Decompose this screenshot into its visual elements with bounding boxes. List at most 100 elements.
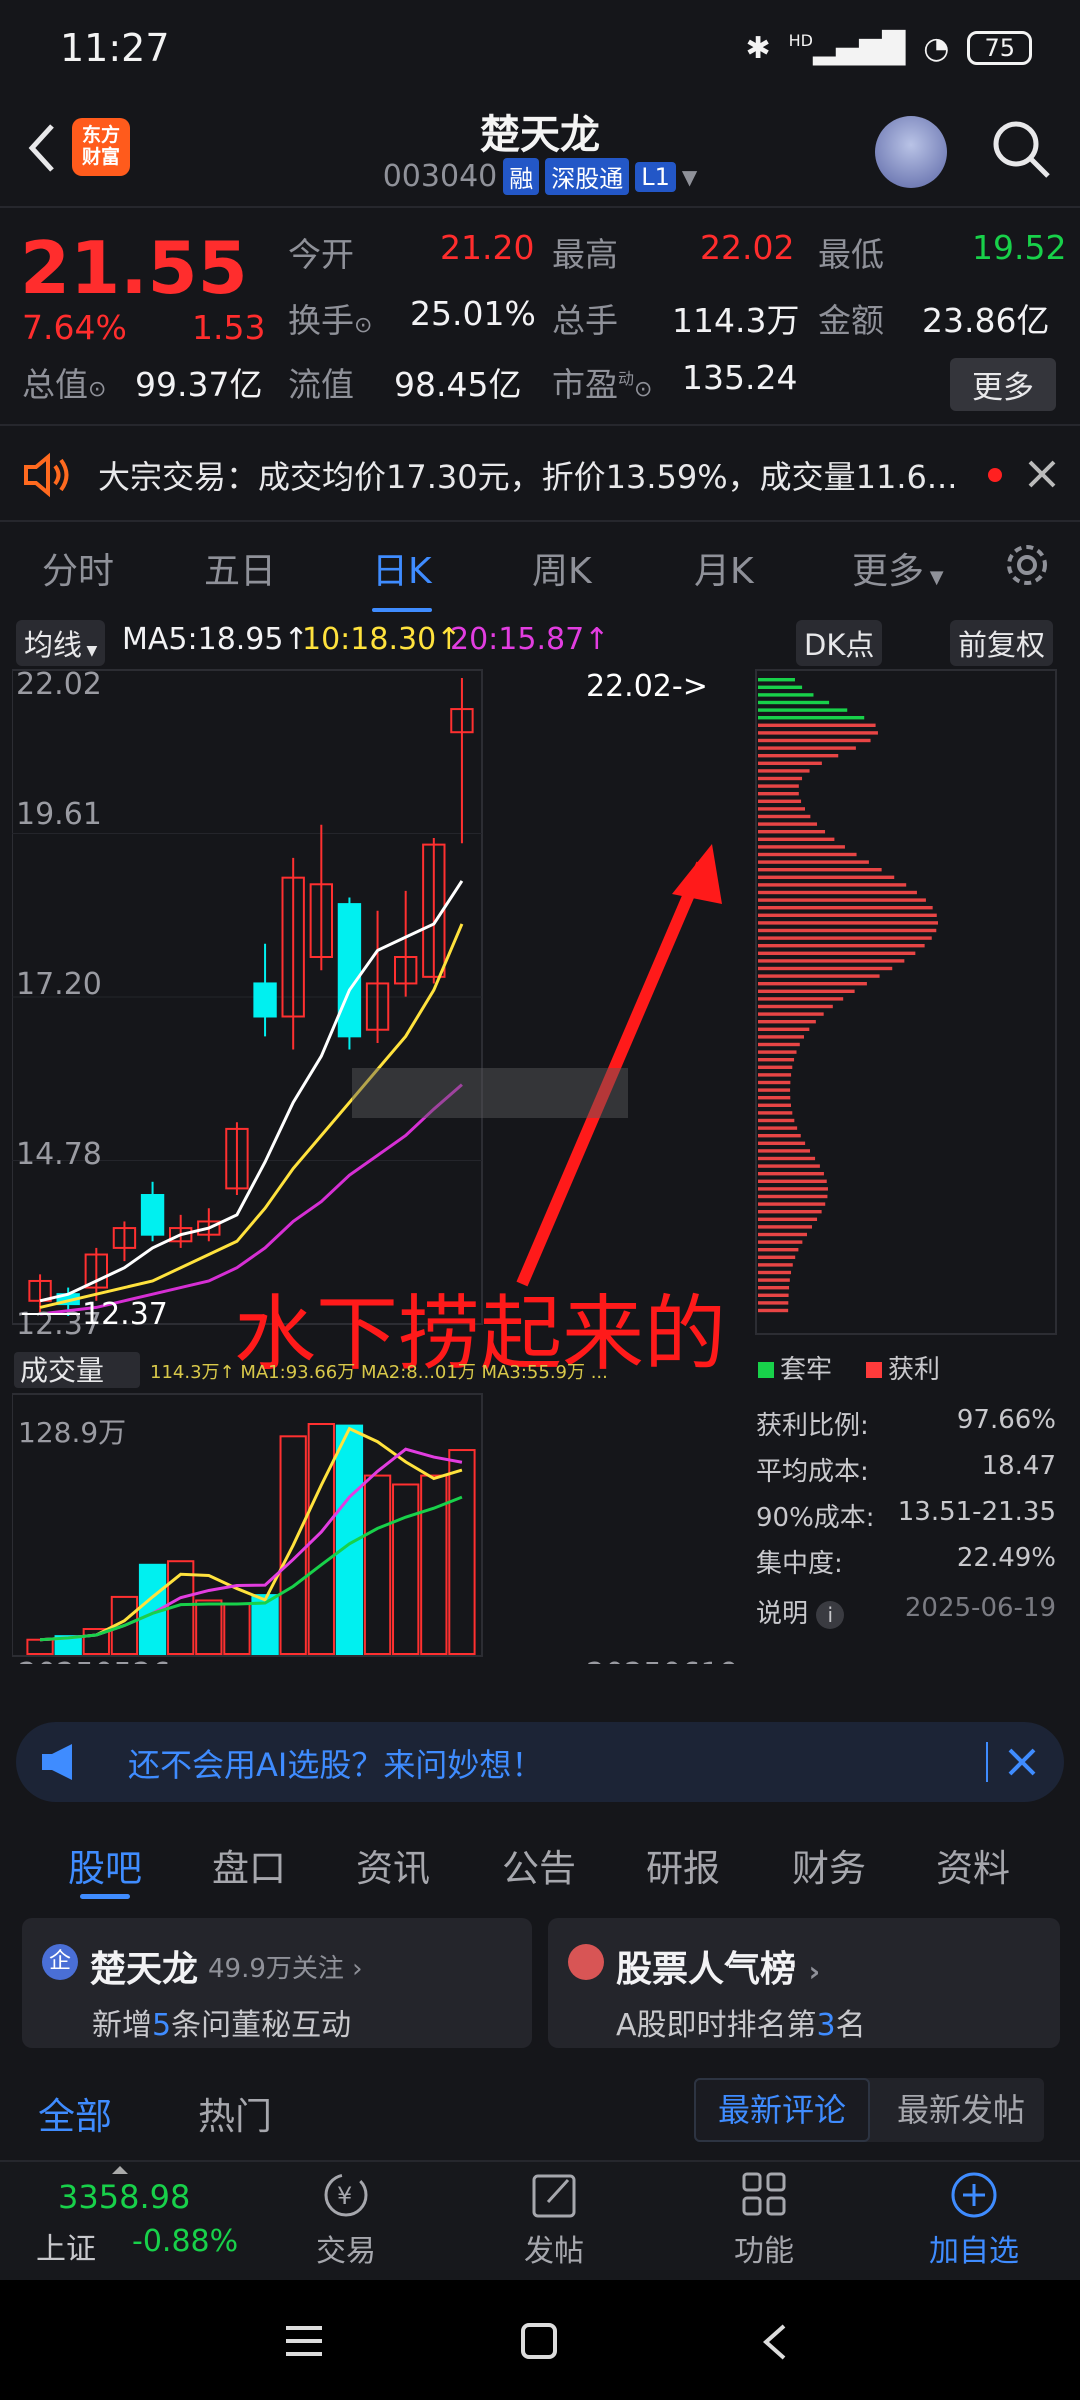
expand-indicator-icon[interactable] — [112, 2166, 128, 2174]
tab-weekly-k[interactable]: 周K — [532, 542, 592, 594]
profit-ratio-value: 97.66% — [956, 1405, 1056, 1435]
change-pct: 7.64% — [22, 308, 127, 347]
tag-margin: 融 — [503, 158, 540, 195]
chip-bar — [758, 989, 855, 993]
chip-bar — [758, 1179, 827, 1183]
chip-bar — [758, 1308, 789, 1313]
dk-point-button[interactable]: DK点 — [796, 620, 883, 666]
nav-functions[interactable]: 功能 — [704, 2170, 824, 2270]
volume-selector[interactable]: 成交量 — [20, 1354, 104, 1387]
open-value: 21.20 — [440, 228, 535, 267]
amount-label: 金额 — [818, 301, 884, 340]
chip-bar — [758, 1278, 790, 1282]
sort-latest-comment[interactable]: 最新评论 — [694, 2078, 870, 2142]
popularity-card[interactable]: 股票人气榜 › A股即时排名第3名 — [548, 1918, 1060, 2048]
ma20-value: 20:15.87↑ — [450, 622, 610, 657]
index-name[interactable]: 上证 — [36, 2224, 96, 2268]
bluetooth-icon: ✱ — [745, 30, 771, 66]
chip-bar — [758, 1202, 826, 1206]
chip-bar — [758, 936, 932, 940]
nav-add-watchlist[interactable]: 加自选 — [914, 2170, 1034, 2270]
y-tick-label: 22.02 — [16, 667, 102, 702]
volume-bar — [195, 1599, 223, 1656]
bottom-nav: 3358.98 上证 -0.88% ¥ 交易 发帖 功能 加自选 — [0, 2160, 1080, 2280]
chip-bar — [758, 1164, 820, 1168]
chip-bar — [758, 1149, 810, 1153]
chip-bar — [758, 708, 848, 712]
chip-bar — [758, 814, 811, 819]
volume-legend: 114.3万↑ MA1:93.66万 MA2:8...01万 MA3:55.9万… — [150, 1362, 608, 1383]
menu-icon[interactable] — [284, 2324, 324, 2358]
stock-code: 003040 — [382, 159, 498, 194]
volume-max-label: 128.9万 — [18, 1416, 126, 1449]
chip-bar — [758, 1263, 793, 1267]
tab-orderbook[interactable]: 盘口 — [212, 1838, 286, 1892]
tab-hot[interactable]: 热门 — [198, 2086, 272, 2140]
ma-selector[interactable]: 均线 ▼ — [16, 620, 106, 666]
y-tick-label: 19.61 — [16, 797, 102, 832]
search-icon[interactable] — [990, 118, 1052, 180]
sort-latest-post[interactable]: 最新发帖 — [878, 2078, 1044, 2142]
nav-post[interactable]: 发帖 — [494, 2170, 614, 2270]
mcap-label: 总值⊙ — [22, 365, 107, 404]
tab-daily-k[interactable]: 日K — [372, 542, 432, 612]
profit-ratio-label: 获利比例: — [756, 1411, 869, 1441]
back-nav-icon[interactable] — [760, 2322, 790, 2362]
chip-legend-trapped-swatch — [758, 1362, 774, 1378]
chip-bar — [758, 1012, 824, 1016]
megaphone-icon — [42, 1744, 72, 1780]
chip-bar — [758, 1058, 795, 1062]
chip-bar — [758, 845, 845, 849]
tab-all[interactable]: 全部 — [38, 2086, 112, 2140]
more-button[interactable]: 更多 — [950, 358, 1056, 411]
tab-research[interactable]: 研报 — [646, 1838, 720, 1892]
forum-card-line: 新增5条问董秘互动 — [92, 2008, 352, 2043]
mcap-value: 99.37亿 — [135, 365, 263, 404]
chip-bar — [758, 898, 926, 902]
svg-text:¥: ¥ — [337, 2182, 352, 2210]
system-nav-bar — [0, 2280, 1080, 2400]
block-trade-notice[interactable]: 大宗交易：成交均价17.30元，折价13.59%，成交量11.6... — [0, 428, 1080, 520]
gear-icon[interactable] — [1002, 540, 1052, 590]
note-label[interactable]: 说明 i — [756, 1593, 845, 1630]
close-icon[interactable] — [1006, 1746, 1038, 1778]
tab-monthly-k[interactable]: 月K — [694, 542, 754, 594]
low-value: 19.52 — [972, 228, 1067, 267]
index-value[interactable]: 3358.98 — [58, 2178, 190, 2216]
turnover-value: 25.01% — [410, 294, 536, 333]
popularity-card-line: A股即时排名第3名 — [616, 2008, 866, 2043]
index-pct[interactable]: -0.88% — [132, 2224, 238, 2259]
chip-bar — [758, 1301, 789, 1305]
chip-bar — [758, 944, 925, 948]
tab-financials[interactable]: 财务 — [792, 1838, 866, 1892]
chip-legend-profit: 获利 — [888, 1355, 940, 1385]
robot-assistant-icon[interactable] — [875, 116, 947, 188]
tab-profile[interactable]: 资料 — [936, 1838, 1010, 1892]
chip-bar — [758, 1270, 792, 1275]
cost90-value: 13.51-21.35 — [897, 1497, 1056, 1527]
open-label: 今开 — [288, 235, 354, 274]
tab-forum[interactable]: 股吧 — [68, 1838, 142, 1892]
float-value: 98.45亿 — [394, 365, 522, 404]
tab-announcements[interactable]: 公告 — [502, 1838, 576, 1892]
chip-bar — [758, 1187, 828, 1191]
tab-intraday[interactable]: 分时 — [42, 542, 114, 594]
chip-bar — [758, 1172, 824, 1176]
chip-bar — [758, 974, 880, 978]
chip-bar — [758, 678, 795, 682]
forum-card[interactable]: 企 楚天龙 49.9万关注 › 新增5条问董秘互动 — [22, 1918, 532, 2048]
tab-more[interactable]: 更多 ▼ — [852, 542, 944, 594]
add-circle-icon — [951, 2172, 997, 2218]
chip-bar — [758, 776, 803, 781]
close-icon[interactable] — [1026, 458, 1058, 490]
chip-bar — [758, 799, 802, 803]
ma5-value: MA5:18.95↑ — [122, 622, 309, 657]
chip-bar — [758, 1118, 795, 1123]
tab-news[interactable]: 资讯 — [356, 1838, 430, 1892]
home-icon[interactable] — [520, 2322, 558, 2360]
adjust-button[interactable]: 前复权 — [950, 620, 1054, 666]
ai-banner[interactable]: 还不会用AI选股？来问妙想！ — [16, 1722, 1064, 1802]
change-amount: 1.53 — [192, 308, 266, 347]
nav-trade[interactable]: ¥ 交易 — [286, 2170, 406, 2270]
tab-five-day[interactable]: 五日 — [204, 542, 276, 594]
